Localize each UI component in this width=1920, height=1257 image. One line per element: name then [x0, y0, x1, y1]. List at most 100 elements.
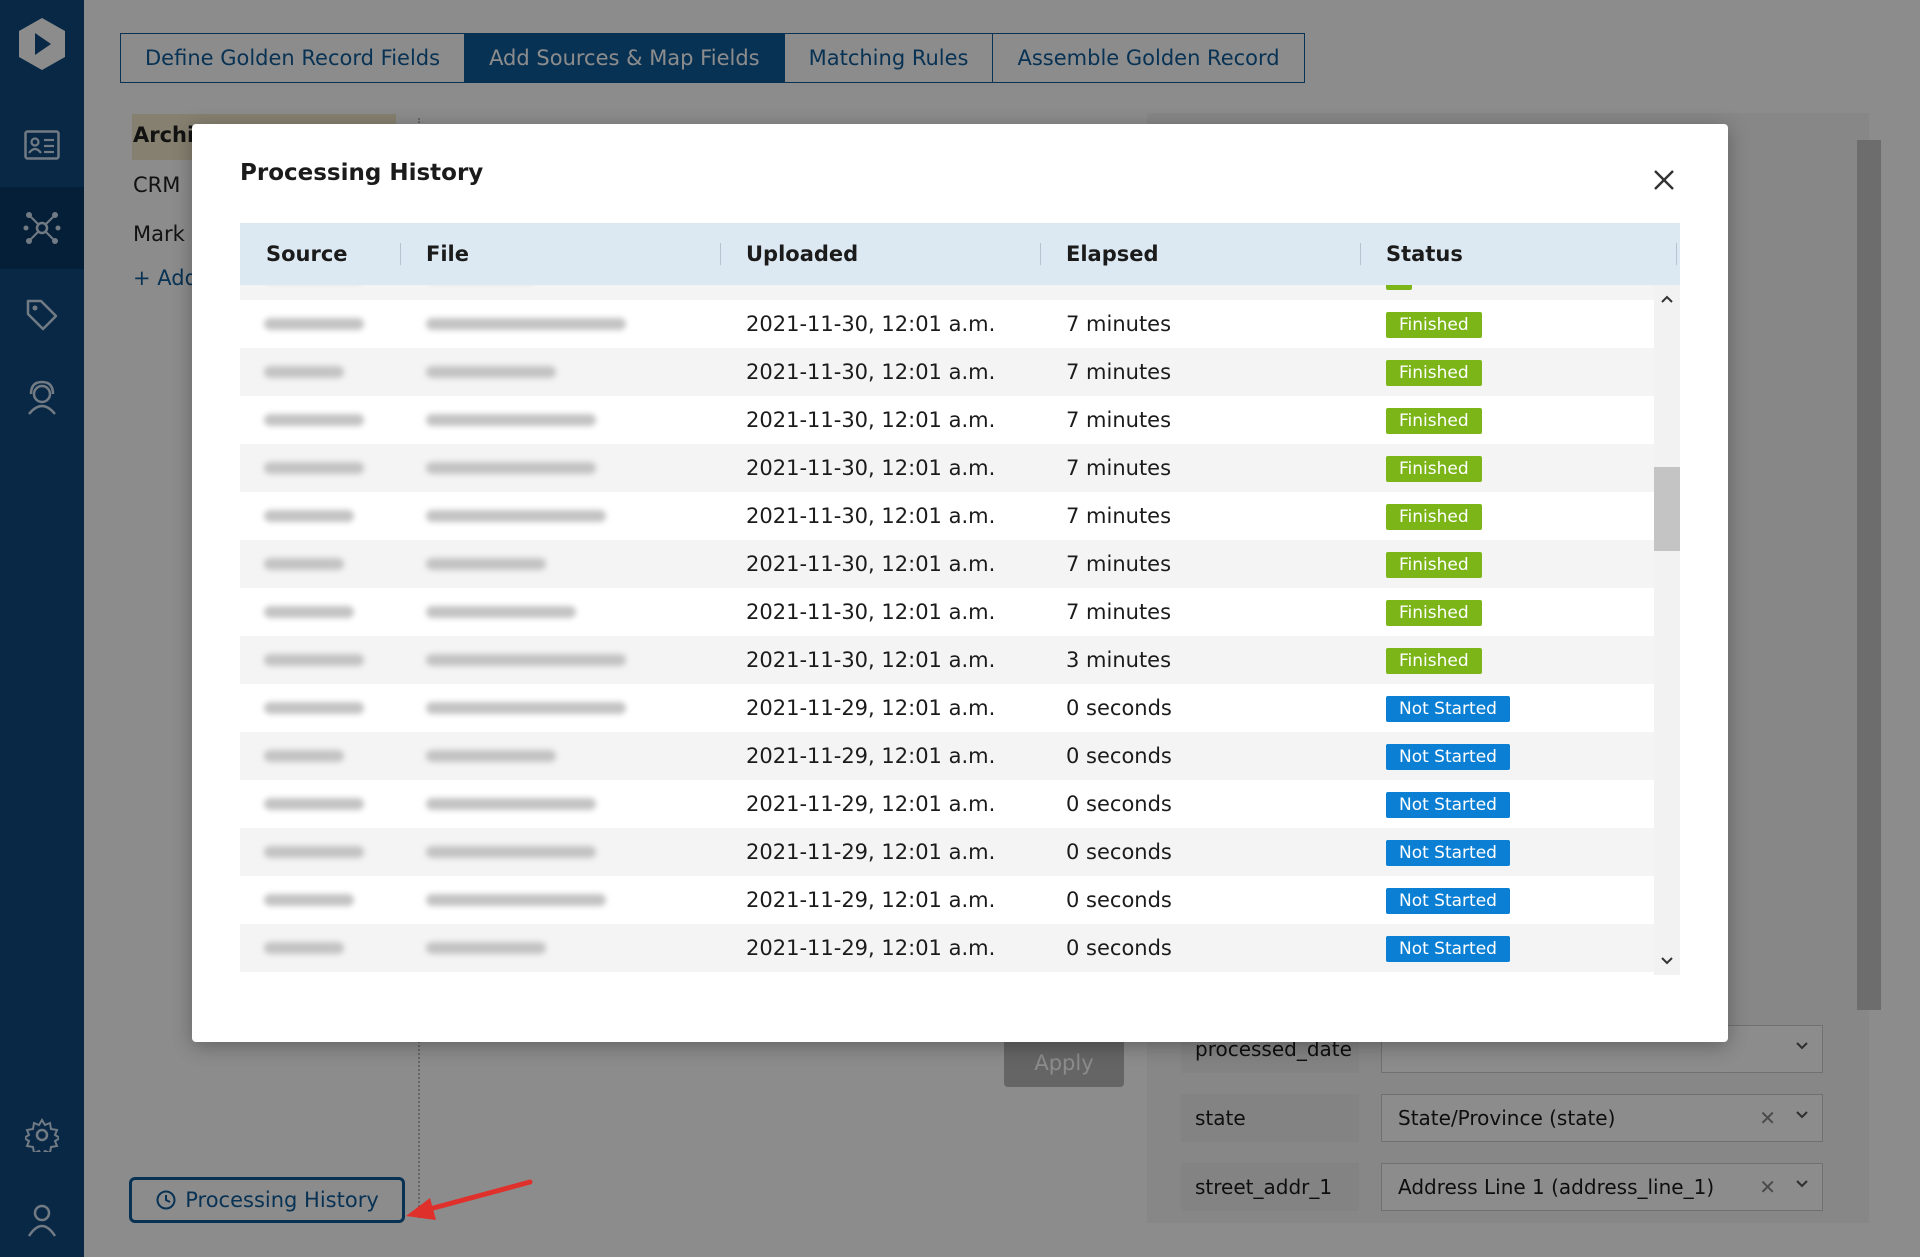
status-badge: Not Started: [1386, 744, 1510, 770]
file-cell-redacted: [426, 750, 556, 762]
status-badge: Not Started: [1386, 792, 1510, 818]
elapsed-cell: 0 seconds: [1066, 888, 1172, 912]
table-row[interactable]: 2021-11-30, 12:01 a.m. 7 minutes Finishe…: [240, 348, 1654, 396]
elapsed-cell: 7 minutes: [1066, 600, 1172, 624]
column-header-file[interactable]: File: [426, 223, 469, 285]
column-header-uploaded[interactable]: Uploaded: [746, 223, 858, 285]
file-cell-redacted: [426, 702, 626, 714]
column-header-status[interactable]: Status: [1386, 223, 1463, 285]
elapsed-cell: 7 minutes: [1066, 408, 1172, 432]
file-cell-redacted: [426, 558, 546, 570]
uploaded-cell: 2021-11-30, 12:01 a.m.: [746, 648, 996, 672]
source-cell-redacted: [264, 654, 364, 666]
uploaded-cell: 2021-11-29, 12:01 a.m.: [746, 792, 996, 816]
column-separator: [400, 243, 401, 265]
status-badge: Finished: [1386, 360, 1482, 386]
source-cell-redacted: [264, 414, 364, 426]
table-body: 2021-11-30, 12:01 a.m. 7 minutes Finishe…: [240, 285, 1654, 975]
file-cell-redacted: [426, 366, 556, 378]
uploaded-cell: 2021-11-30, 12:01 a.m.: [746, 552, 996, 576]
chevron-down-icon[interactable]: [1661, 955, 1673, 967]
file-cell-redacted: [426, 414, 596, 426]
source-cell-redacted: [264, 606, 354, 618]
column-header-elapsed[interactable]: Elapsed: [1066, 223, 1159, 285]
status-badge: Finished: [1386, 600, 1482, 626]
table-row[interactable]: 2021-11-30, 12:01 a.m. 3 minutes Finishe…: [240, 636, 1654, 684]
uploaded-cell: 2021-11-29, 12:01 a.m.: [746, 696, 996, 720]
status-badge: Not Started: [1386, 888, 1510, 914]
source-cell-redacted: [264, 366, 344, 378]
close-icon[interactable]: [1648, 164, 1680, 196]
elapsed-cell: 0 seconds: [1066, 792, 1172, 816]
file-cell-redacted: [426, 606, 576, 618]
elapsed-cell: 7 minutes: [1066, 360, 1172, 384]
file-cell-redacted: [426, 942, 546, 954]
table-row[interactable]: 2021-11-30, 12:01 a.m. 7 minutes Finishe…: [240, 396, 1654, 444]
uploaded-cell: 2021-11-30, 12:01 a.m.: [746, 504, 996, 528]
status-badge: Finished: [1386, 552, 1482, 578]
uploaded-cell: 2021-11-29, 12:01 a.m.: [746, 744, 996, 768]
status-badge: Finished: [1386, 312, 1482, 338]
uploaded-cell: 2021-11-29, 12:01 a.m.: [746, 936, 996, 960]
table-row[interactable]: 2021-11-29, 12:01 a.m. 0 seconds Not Sta…: [240, 828, 1654, 876]
file-cell-redacted: [426, 462, 596, 474]
table-row[interactable]: 2021-11-30, 12:01 a.m. 7 minutes Finishe…: [240, 492, 1654, 540]
elapsed-cell: 7 minutes: [1066, 312, 1172, 336]
uploaded-cell: 2021-11-29, 12:01 a.m.: [746, 888, 996, 912]
table-scrollbar[interactable]: [1654, 285, 1680, 975]
table-row[interactable]: [240, 285, 1654, 300]
elapsed-cell: 7 minutes: [1066, 552, 1172, 576]
table-row[interactable]: 2021-11-29, 12:01 a.m. 0 seconds Not Sta…: [240, 732, 1654, 780]
source-cell-redacted: [264, 510, 354, 522]
source-cell-redacted: [264, 894, 354, 906]
status-badge: Not Started: [1386, 936, 1510, 962]
status-badge: Finished: [1386, 504, 1482, 530]
column-separator: [1676, 243, 1677, 265]
annotation-arrow: [406, 1179, 533, 1220]
column-header-source[interactable]: Source: [266, 223, 348, 285]
scroll-thumb[interactable]: [1654, 467, 1680, 551]
source-cell-redacted: [264, 750, 344, 762]
uploaded-cell: 2021-11-30, 12:01 a.m.: [746, 408, 996, 432]
uploaded-cell: 2021-11-29, 12:01 a.m.: [746, 840, 996, 864]
table-row[interactable]: 2021-11-30, 12:01 a.m. 7 minutes Finishe…: [240, 540, 1654, 588]
status-badge: Finished: [1386, 648, 1482, 674]
elapsed-cell: 0 seconds: [1066, 744, 1172, 768]
uploaded-cell: 2021-11-30, 12:01 a.m.: [746, 456, 996, 480]
source-cell-redacted: [264, 942, 344, 954]
uploaded-cell: 2021-11-30, 12:01 a.m.: [746, 312, 996, 336]
uploaded-cell: 2021-11-30, 12:01 a.m.: [746, 360, 996, 384]
processing-history-modal: Processing History Source File Uploaded …: [192, 124, 1728, 1042]
file-cell-redacted: [426, 318, 626, 330]
table-row[interactable]: 2021-11-29, 12:01 a.m. 0 seconds Not Sta…: [240, 876, 1654, 924]
table-row[interactable]: 2021-11-29, 12:01 a.m. 0 seconds Not Sta…: [240, 780, 1654, 828]
source-cell-redacted: [264, 702, 364, 714]
modal-title: Processing History: [240, 160, 484, 186]
elapsed-cell: 7 minutes: [1066, 456, 1172, 480]
table-header: Source File Uploaded Elapsed Status: [240, 223, 1680, 285]
chevron-up-icon[interactable]: [1661, 293, 1673, 305]
elapsed-cell: 0 seconds: [1066, 696, 1172, 720]
elapsed-cell: 3 minutes: [1066, 648, 1172, 672]
elapsed-cell: 0 seconds: [1066, 936, 1172, 960]
file-cell-redacted: [426, 894, 606, 906]
table-row[interactable]: 2021-11-30, 12:01 a.m. 7 minutes Finishe…: [240, 444, 1654, 492]
source-cell-redacted: [264, 462, 364, 474]
column-separator: [1360, 243, 1361, 265]
status-badge: Not Started: [1386, 696, 1510, 722]
source-cell-redacted: [264, 558, 344, 570]
table-row[interactable]: 2021-11-30, 12:01 a.m. 7 minutes Finishe…: [240, 588, 1654, 636]
table-row[interactable]: 2021-11-29, 12:01 a.m. 0 seconds Not Sta…: [240, 924, 1654, 972]
file-cell-redacted: [426, 654, 626, 666]
table-row[interactable]: 2021-11-30, 12:01 a.m. 7 minutes Finishe…: [240, 300, 1654, 348]
column-separator: [1040, 243, 1041, 265]
uploaded-cell: 2021-11-30, 12:01 a.m.: [746, 600, 996, 624]
status-badge: Finished: [1386, 456, 1482, 482]
source-cell-redacted: [264, 846, 364, 858]
file-cell-redacted: [426, 846, 596, 858]
column-separator: [720, 243, 721, 265]
file-cell-redacted: [426, 510, 606, 522]
table-row[interactable]: 2021-11-29, 12:01 a.m. 0 seconds Not Sta…: [240, 684, 1654, 732]
source-cell-redacted: [264, 798, 364, 810]
file-cell-redacted: [426, 798, 596, 810]
